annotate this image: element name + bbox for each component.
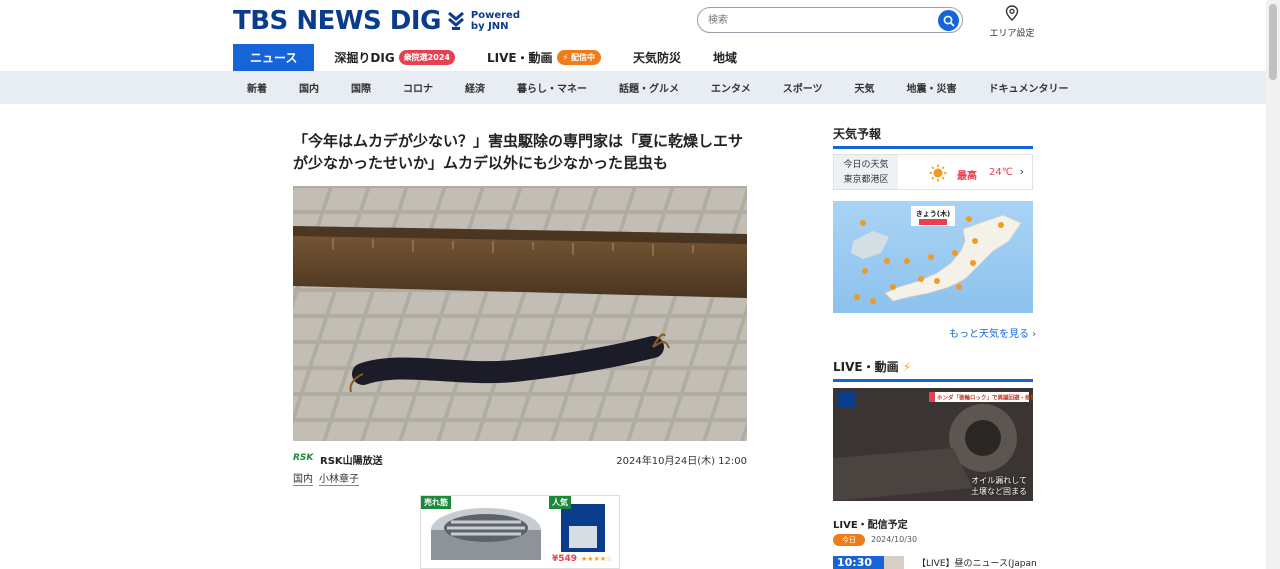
location-pin-icon (1005, 5, 1019, 21)
nav-label: ニュース (250, 51, 298, 65)
nav-label: 天気防災 (632, 51, 681, 65)
presenter-avatar (884, 556, 904, 569)
main-nav: ニュース 深掘りDIG 衆院選2024 LIVE・動画 ⚡ 配信中 天気防災 地域 (233, 44, 769, 71)
category-new[interactable]: 新着 (247, 80, 267, 95)
live-badge-label: 配信中 (570, 53, 595, 62)
category-domestic[interactable]: 国内 (299, 80, 319, 95)
category-entertainment[interactable]: エンタメ (711, 80, 751, 95)
page-scrollbar[interactable] (1266, 0, 1280, 569)
weather-today-label: 今日の天気 (843, 160, 889, 170)
main-nav-fukabori[interactable]: 深掘りDIG 衆院選2024 (334, 44, 455, 71)
election-badge: 衆院選2024 (398, 50, 455, 65)
category-life-money[interactable]: 暮らし・マネー (517, 80, 587, 95)
high-temp-value: 24℃ (989, 167, 1013, 178)
live-heading: LIVE・動画 ⚡ (833, 358, 1033, 382)
live-badge: ⚡ 配信中 (556, 50, 601, 65)
search-button[interactable] (938, 10, 959, 31)
product-ad[interactable]: 売れ筋 人気 ¥549 ★★★★☆ (420, 495, 620, 569)
schedule-show-title[interactable]: 【LIVE】昼のニュース(Japan (917, 556, 1037, 569)
more-weather-label: もっと天気を見る (949, 329, 1029, 340)
map-title: きょう(木) (916, 209, 950, 218)
lightning-icon: ⚡ (902, 360, 912, 374)
article-title: 「今年はムカデが少ない？」害虫駆除の専門家は「夏に乾燥しエサが少なかったせいか」… (293, 132, 744, 172)
japan-map-image: きょう(木) (851, 206, 1022, 304)
main-nav-news[interactable]: ニュース (233, 44, 315, 71)
schedule-heading: LIVE・配信予定 (833, 520, 908, 531)
logo-text: TBS NEWS DIG (233, 6, 441, 36)
source-name[interactable]: RSK山陽放送 (320, 452, 383, 467)
bestseller-badge: 売れ筋 (421, 496, 451, 509)
schedule-date: 2024/10/30 (871, 535, 918, 544)
search-icon (943, 15, 955, 27)
article-meta: RSK RSK山陽放送 2024年10月24日(木) 12:00 (293, 452, 747, 467)
more-weather-link[interactable]: もっと天気を見る › (949, 325, 1036, 340)
category-nav: 新着 国内 国際 コロナ 経済 暮らし・マネー 話題・グルメ エンタメ スポーツ… (0, 71, 1266, 104)
logo-powered-by: Powered by JNN (471, 10, 520, 32)
video-banner-text: ホンダ「後輪ロック」で異議回避・修理へ (937, 394, 1033, 402)
category-disaster[interactable]: 地震・災害 (907, 80, 957, 95)
rating-stars: ★★★★☆ (581, 555, 613, 563)
weather-heading: 天気予報 (833, 125, 1033, 149)
weather-location-label: 今日の天気 東京都港区 (834, 155, 898, 189)
area-setting-button[interactable]: エリア設定 (988, 5, 1036, 39)
caption-line1: オイル漏れして (971, 476, 1027, 485)
powered-line1: Powered (470, 10, 520, 21)
popular-badge: 人気 (549, 496, 571, 509)
category-topics-gourmet[interactable]: 話題・グルメ (619, 80, 679, 95)
tag-author[interactable]: 小林章子 (319, 470, 359, 486)
high-temp-label: 最高 (957, 171, 977, 182)
site-header: TBS NEWS DIG Powered by JNN エリア設定 (0, 0, 1266, 44)
today-tab[interactable]: 今日 (833, 534, 865, 546)
site-logo[interactable]: TBS NEWS DIG Powered by JNN (233, 6, 520, 36)
chevron-right-icon: › (1019, 165, 1024, 178)
main-nav-region[interactable]: 地域 (713, 44, 737, 71)
powered-line2: by JNN (470, 21, 509, 32)
today-weather-card[interactable]: 今日の天気 東京都港区 最高 24℃ › (833, 154, 1033, 190)
centipede-photo (293, 186, 747, 441)
weather-map[interactable]: きょう(木) (833, 201, 1033, 313)
search-input[interactable] (708, 12, 928, 29)
sunny-icon (929, 164, 947, 182)
ad-price: ¥549 (552, 554, 578, 564)
article-tags: 国内 小林章子 (293, 470, 365, 486)
weather-location: 東京都港区 (843, 175, 889, 185)
article-photo[interactable] (293, 186, 747, 441)
search-box (697, 7, 963, 33)
nav-label: 深掘りDIG (334, 51, 395, 65)
caption-line2: 土壌など固まる (971, 487, 1027, 496)
category-sports[interactable]: スポーツ (783, 80, 823, 95)
nav-label: 地域 (713, 51, 738, 65)
lightning-icon: ⚡ (562, 53, 569, 62)
logo-mark-icon (447, 11, 464, 30)
category-documentary[interactable]: ドキュメンタリー (989, 80, 1069, 95)
main-nav-live[interactable]: LIVE・動画 ⚡ 配信中 (487, 44, 601, 71)
nav-label: LIVE・動画 (486, 51, 553, 65)
scrollbar-thumb[interactable] (1269, 4, 1277, 80)
main-nav-weather[interactable]: 天気防災 (633, 44, 681, 71)
live-video-thumbnail[interactable]: ホンダ「後輪ロック」で異議回避・修理へ オイル漏れして 土壌など固まる (833, 388, 1033, 501)
video-caption: オイル漏れして 土壌など固まる (971, 475, 1027, 497)
area-setting-label: エリア設定 (989, 29, 1035, 39)
chevron-right-icon: › (1032, 329, 1037, 340)
rsk-logo: RSK (293, 453, 314, 463)
live-heading-label: LIVE・動画 (833, 360, 899, 374)
category-international[interactable]: 国際 (351, 80, 371, 95)
tag-domestic[interactable]: 国内 (293, 470, 313, 486)
category-weather[interactable]: 天気 (855, 80, 875, 95)
article-date: 2024年10月24日(木) 12:00 (616, 456, 747, 467)
category-corona[interactable]: コロナ (403, 80, 433, 95)
category-economy[interactable]: 経済 (465, 80, 485, 95)
